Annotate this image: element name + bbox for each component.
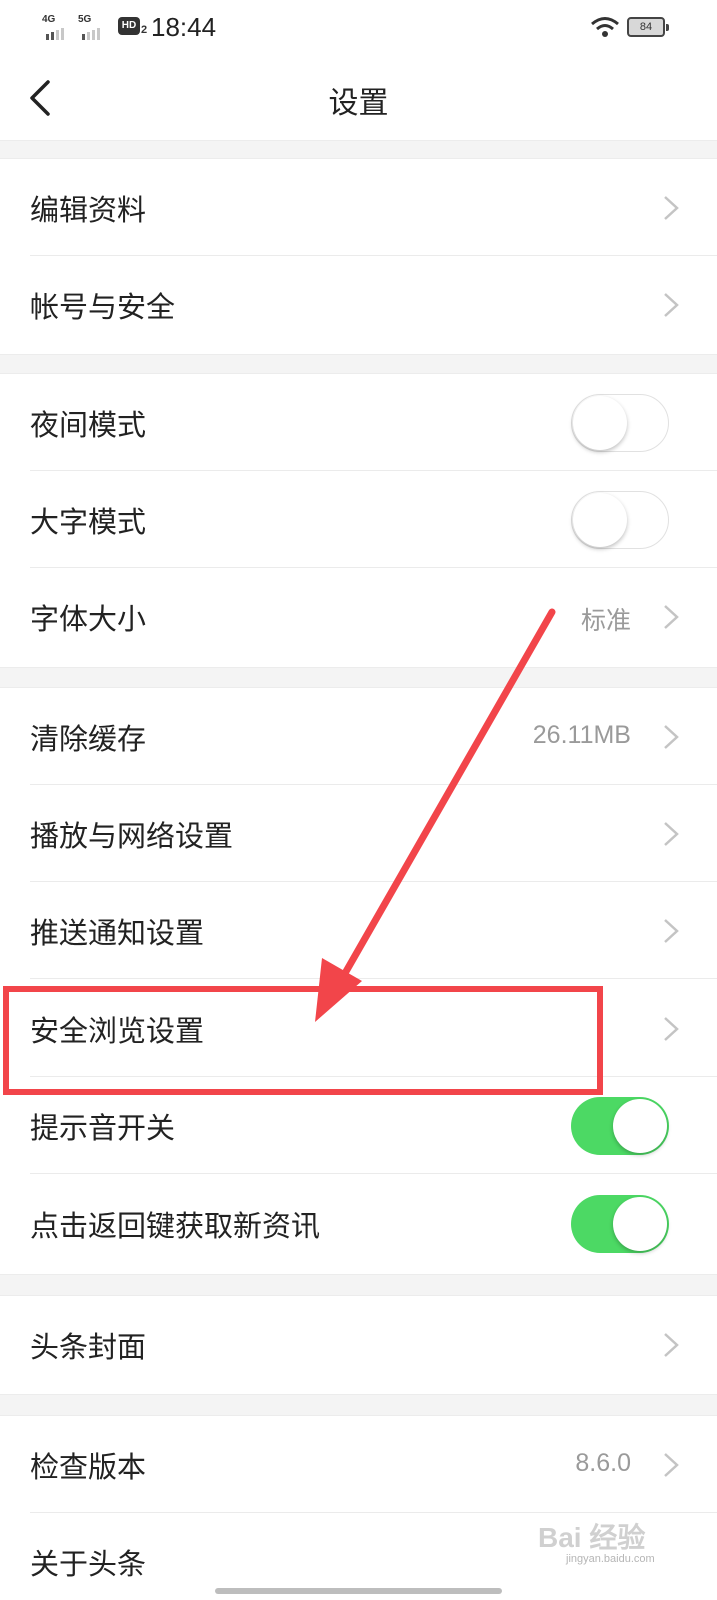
setting-font-size[interactable]: 字体大小 标准 — [0, 568, 717, 665]
setting-clear-cache[interactable]: 清除缓存 26.11MB — [0, 688, 717, 785]
setting-label: 点击返回键获取新资讯 — [30, 1209, 321, 1243]
back-key-refresh-toggle[interactable] — [571, 1195, 669, 1253]
chevron-right-icon — [664, 822, 679, 846]
setting-label: 编辑资料 — [30, 193, 147, 227]
setting-label: 关于头条 — [30, 1547, 147, 1581]
network-5g-label: 5G — [78, 14, 92, 25]
setting-label: 字体大小 — [30, 602, 147, 636]
toggle-knob — [573, 493, 627, 547]
network-4g-label: 4G — [42, 14, 56, 25]
divider — [30, 1173, 717, 1174]
annotation-highlight-box — [3, 986, 603, 1095]
chevron-right-icon — [664, 293, 679, 317]
setting-night-mode: 夜间模式 — [0, 374, 717, 471]
setting-label: 头条封面 — [30, 1330, 147, 1364]
large-text-mode-toggle[interactable] — [571, 491, 669, 549]
version-value: 8.6.0 — [575, 1449, 631, 1477]
cache-size-value: 26.11MB — [532, 721, 631, 749]
watermark-logo: Bai 经验 — [538, 1522, 646, 1553]
setting-headline-cover[interactable]: 头条封面 — [0, 1296, 717, 1393]
chevron-right-icon — [664, 196, 679, 220]
divider — [30, 978, 717, 979]
setting-label: 提示音开关 — [30, 1111, 176, 1145]
chevron-right-icon — [664, 725, 679, 749]
battery-icon: 84 — [627, 17, 669, 37]
section-gap — [0, 354, 717, 374]
watermark-url: jingyan.baidu.com — [566, 1553, 655, 1565]
setting-check-version[interactable]: 检查版本 8.6.0 — [0, 1416, 717, 1513]
sound-switch-toggle[interactable] — [571, 1097, 669, 1155]
font-size-value: 标准 — [580, 607, 631, 635]
setting-label: 检查版本 — [30, 1450, 147, 1484]
setting-back-key-refresh: 点击返回键获取新资讯 — [0, 1175, 717, 1272]
home-indicator[interactable] — [215, 1588, 502, 1594]
toggle-knob — [573, 396, 627, 450]
status-time: 18:44 — [151, 12, 217, 42]
nav-bar: 设置 — [0, 56, 717, 140]
setting-large-text-mode: 大字模式 — [0, 471, 717, 568]
status-bar: 4G 5G HD 2 18:44 84 — [0, 0, 717, 56]
section-gap — [0, 1274, 717, 1296]
setting-playback-network[interactable]: 播放与网络设置 — [0, 785, 717, 882]
chevron-right-icon — [664, 919, 679, 943]
setting-label: 播放与网络设置 — [30, 819, 234, 853]
hd-voice-icon: HD — [118, 17, 140, 35]
setting-account-security[interactable]: 帐号与安全 — [0, 256, 717, 353]
chevron-right-icon — [664, 605, 679, 629]
section-gap — [0, 140, 717, 159]
toggle-knob — [613, 1197, 667, 1251]
signal-strength-icon — [46, 28, 64, 40]
setting-push-notifications[interactable]: 推送通知设置 — [0, 882, 717, 979]
setting-edit-profile[interactable]: 编辑资料 — [0, 159, 717, 256]
setting-label: 推送通知设置 — [30, 916, 205, 950]
setting-label: 帐号与安全 — [30, 290, 176, 324]
chevron-right-icon — [664, 1453, 679, 1477]
hd-voice-sub: 2 — [141, 24, 148, 36]
wifi-icon — [591, 17, 619, 37]
section-gap — [0, 667, 717, 688]
night-mode-toggle[interactable] — [571, 394, 669, 452]
section-gap — [0, 1394, 717, 1416]
page-title: 设置 — [328, 86, 389, 121]
chevron-right-icon — [664, 1333, 679, 1357]
chevron-right-icon — [664, 1017, 679, 1041]
setting-label: 清除缓存 — [30, 722, 147, 756]
setting-label: 大字模式 — [30, 505, 147, 539]
signal-strength-icon — [82, 28, 100, 40]
setting-label: 夜间模式 — [30, 408, 147, 442]
toggle-knob — [613, 1099, 667, 1153]
